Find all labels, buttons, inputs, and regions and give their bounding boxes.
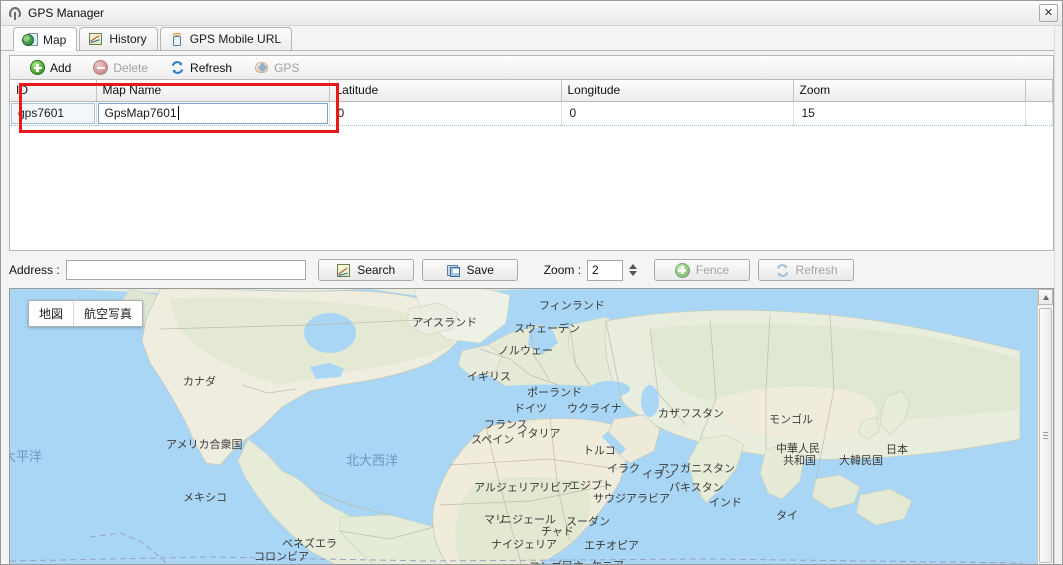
grid-toolbar: Add Delete Refresh GPS — [10, 56, 1053, 80]
zoom-input[interactable] — [587, 259, 624, 281]
fence-button-label: Fence — [695, 263, 730, 277]
cell-zoom[interactable]: 15 — [793, 101, 1026, 125]
text-caret — [177, 106, 179, 120]
delete-button[interactable]: Delete — [83, 58, 158, 78]
tab-strip: Map History GPS Mobile URL — [1, 26, 1062, 51]
save-button[interactable]: Save — [421, 259, 518, 281]
scrollbar-track[interactable] — [1038, 306, 1053, 564]
tab-gps-mobile-url[interactable]: GPS Mobile URL — [159, 27, 293, 50]
table-header-row: ID Map Name Latitude Longitude Zoom — [10, 80, 1053, 102]
add-button[interactable]: Add — [20, 58, 81, 78]
gps-manager-window: GPS Manager ✕ Map History GPS Mobile URL… — [0, 0, 1063, 565]
cell-longitude-value: 0 — [569, 106, 577, 120]
map-type-roadmap[interactable]: 地図 — [29, 301, 73, 326]
table-row[interactable]: gps7601 GpsMap7601 0 0 15 — [10, 101, 1053, 125]
address-input[interactable] — [65, 260, 306, 280]
window-title: GPS Manager — [28, 6, 105, 20]
map-name-value: GpsMap7601 — [104, 106, 177, 120]
window-titlebar: GPS Manager ✕ — [1, 1, 1062, 26]
map-refresh-button-label: Refresh — [795, 263, 838, 277]
column-header-filler — [1025, 80, 1053, 102]
gps-button[interactable]: GPS — [244, 58, 309, 78]
scrollbar-thumb[interactable] — [1039, 308, 1052, 563]
tab-gps-mobile-url-label: GPS Mobile URL — [189, 32, 282, 46]
scroll-up-button[interactable] — [1038, 289, 1053, 305]
column-header-longitude[interactable]: Longitude — [561, 80, 794, 102]
mobile-gps-icon — [169, 31, 185, 47]
refresh-icon — [775, 263, 790, 278]
cell-id-value: gps7601 — [11, 102, 95, 124]
close-icon[interactable]: ✕ — [1039, 4, 1058, 22]
delete-icon — [93, 60, 109, 75]
gps-icon — [254, 60, 269, 75]
map-viewport[interactable]: 地図 航空写真 大平洋北大西洋カナダアメリカ合衆国メキシコベネズエラコロンビアア… — [9, 288, 1054, 564]
search-icon — [336, 263, 351, 278]
refresh-button-label: Refresh — [190, 60, 233, 75]
tab-map[interactable]: Map — [13, 27, 78, 51]
chart-icon — [88, 31, 104, 47]
refresh-button[interactable]: Refresh — [160, 58, 242, 78]
address-label: Address : — [9, 263, 60, 277]
tab-map-label: Map — [43, 32, 67, 47]
tab-history[interactable]: History — [79, 27, 158, 50]
add-icon — [30, 60, 45, 75]
refresh-icon — [170, 60, 185, 75]
scrollbar-grip-icon — [1043, 431, 1048, 440]
search-button[interactable]: Search — [317, 259, 414, 281]
world-map-graphic — [10, 289, 1022, 564]
save-button-label: Save — [466, 263, 494, 277]
cell-longitude[interactable]: 0 — [561, 101, 794, 125]
map-vertical-scrollbar[interactable] — [1037, 289, 1053, 564]
map-icon — [22, 32, 38, 48]
cell-filler — [1025, 101, 1053, 125]
map-type-switcher: 地図 航空写真 — [28, 300, 144, 327]
column-header-id[interactable]: ID — [10, 80, 97, 102]
window-scrollbar[interactable] — [1054, 27, 1062, 564]
zoom-spinner-arrows[interactable] — [626, 260, 640, 281]
zoom-stepper[interactable] — [587, 259, 640, 281]
cell-latitude-value: 0 — [337, 106, 345, 120]
delete-button-label: Delete — [113, 60, 149, 75]
chevron-down-icon[interactable] — [629, 271, 638, 276]
column-header-latitude[interactable]: Latitude — [329, 80, 562, 102]
column-header-zoom[interactable]: Zoom — [793, 80, 1026, 102]
chevron-up-icon[interactable] — [629, 264, 638, 269]
map-refresh-button[interactable]: Refresh — [758, 259, 855, 281]
column-header-map-name[interactable]: Map Name — [96, 80, 330, 102]
cell-zoom-value: 15 — [801, 106, 815, 120]
map-name-input[interactable]: GpsMap7601 — [97, 102, 328, 124]
cell-map-name[interactable]: GpsMap7601 — [96, 101, 330, 125]
zoom-label: Zoom : — [543, 263, 582, 277]
map-type-satellite[interactable]: 航空写真 — [73, 301, 142, 326]
map-control-bar: Address : Search Save Zoom : Fence — [9, 257, 1054, 283]
cell-id[interactable]: gps7601 — [10, 101, 97, 125]
cell-latitude[interactable]: 0 — [329, 101, 562, 125]
tab-history-label: History — [109, 32, 147, 46]
fence-icon — [674, 262, 690, 278]
save-icon — [446, 263, 461, 278]
map-table: ID Map Name Latitude Longitude Zoom gps7… — [10, 80, 1053, 126]
fence-button[interactable]: Fence — [654, 259, 751, 281]
search-button-label: Search — [357, 263, 396, 277]
chevron-up-icon — [1042, 294, 1049, 300]
map-list-panel: Add Delete Refresh GPS ID Map Name Latit… — [9, 55, 1054, 251]
map-canvas[interactable]: 地図 航空写真 大平洋北大西洋カナダアメリカ合衆国メキシコベネズエラコロンビアア… — [10, 289, 1037, 564]
gps-button-label: GPS — [274, 60, 300, 75]
gps-satellite-icon — [7, 5, 23, 21]
add-button-label: Add — [50, 60, 72, 75]
